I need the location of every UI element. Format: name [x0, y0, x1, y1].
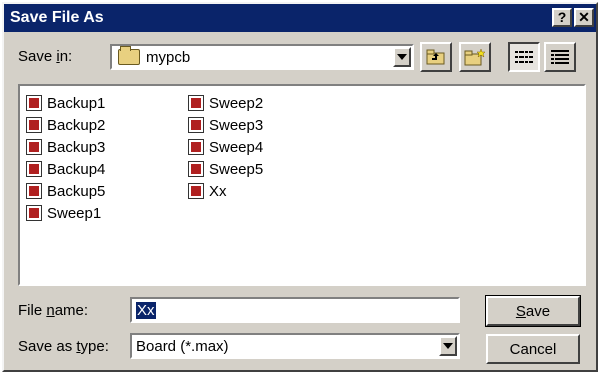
file-item[interactable]: Sweep2 [188, 92, 263, 114]
file-name-label: File name: [18, 302, 89, 319]
details-view-icon [551, 50, 569, 64]
pcb-file-icon [188, 161, 204, 177]
file-item[interactable]: Backup5 [26, 180, 105, 202]
save-as-type-value: Board (*.max) [136, 337, 229, 355]
close-button[interactable]: ✕ [574, 8, 594, 27]
file-list[interactable]: Backup1 Backup2 Backup3 Backup4 Backup5 … [18, 84, 586, 286]
new-folder-icon [464, 48, 486, 66]
create-new-folder-button[interactable] [459, 42, 491, 72]
save-in-value: mypcb [146, 48, 191, 66]
pcb-file-icon [26, 183, 42, 199]
file-item[interactable]: Sweep4 [188, 136, 263, 158]
pcb-file-icon [26, 205, 42, 221]
pcb-file-icon [26, 161, 42, 177]
file-name-value: Xx [136, 301, 156, 319]
save-in-dropdown[interactable]: mypcb [110, 44, 414, 70]
list-view-icon [515, 51, 533, 63]
file-item[interactable]: Backup3 [26, 136, 105, 158]
file-item[interactable]: Sweep1 [26, 202, 105, 224]
pcb-file-icon [188, 183, 204, 199]
save-in-label: Save in: [18, 48, 73, 65]
file-item[interactable]: Backup2 [26, 114, 105, 136]
list-view-button[interactable] [508, 42, 540, 72]
pcb-file-icon [188, 117, 204, 133]
file-column-2: Sweep2 Sweep3 Sweep4 Sweep5 Xx [188, 92, 263, 202]
title-buttons: ? ✕ [552, 8, 594, 27]
file-item[interactable]: Backup4 [26, 158, 105, 180]
file-item[interactable]: Xx [188, 180, 263, 202]
file-item[interactable]: Sweep5 [188, 158, 263, 180]
save-button[interactable]: Save [485, 295, 581, 327]
up-one-level-button[interactable] [420, 42, 452, 72]
pcb-file-icon [26, 95, 42, 111]
save-as-type-dropdown-button[interactable] [439, 336, 457, 356]
dialog-title: Save File As [10, 9, 104, 26]
save-file-dialog: Save File As ? ✕ Save in: mypcb Backup1 … [2, 2, 598, 372]
file-column-1: Backup1 Backup2 Backup3 Backup4 Backup5 … [26, 92, 105, 224]
pcb-file-icon [188, 95, 204, 111]
file-name-input[interactable]: Xx [130, 297, 460, 323]
help-button[interactable]: ? [552, 8, 572, 27]
cancel-button[interactable]: Cancel [486, 334, 580, 364]
up-folder-icon [426, 49, 445, 65]
chevron-down-icon [397, 54, 407, 60]
save-as-type-label: Save as type: [18, 338, 109, 355]
file-item[interactable]: Sweep3 [188, 114, 263, 136]
chevron-down-icon [443, 343, 453, 349]
save-as-type-dropdown[interactable]: Board (*.max) [130, 333, 460, 359]
save-in-dropdown-button[interactable] [393, 47, 411, 67]
pcb-file-icon [26, 139, 42, 155]
pcb-file-icon [188, 139, 204, 155]
file-item[interactable]: Backup1 [26, 92, 105, 114]
title-bar[interactable]: Save File As ? ✕ [4, 4, 596, 32]
pcb-file-icon [26, 117, 42, 133]
folder-icon [118, 46, 140, 65]
details-view-button[interactable] [544, 42, 576, 72]
